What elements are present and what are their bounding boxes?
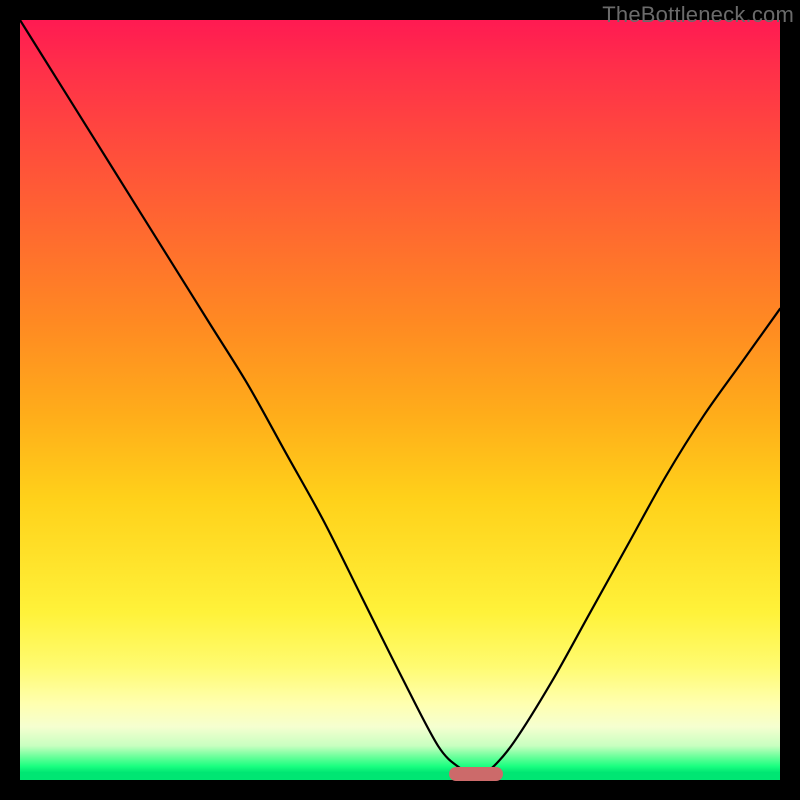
- watermark-text: TheBottleneck.com: [602, 2, 794, 28]
- bottleneck-curve: [20, 20, 780, 780]
- chart-frame: [20, 20, 780, 780]
- optimal-range-marker: [449, 767, 502, 781]
